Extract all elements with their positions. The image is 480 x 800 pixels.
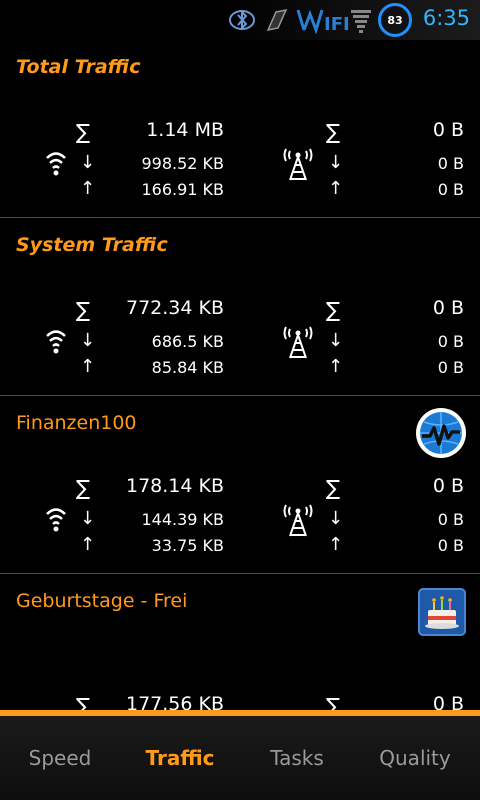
wifi-icon [46, 330, 66, 354]
traffic-list[interactable]: Total Traffic ∑ 1.14 MB ↓ 998.52 KB ↑ 16… [0, 40, 480, 710]
section-app-finanzen100[interactable]: Finanzen100 ∑ 178.14 KB ↓ 144.39 KB ↑ 33… [0, 396, 480, 574]
mobile-up: 0 B [437, 180, 464, 199]
wifi-up: 85.84 KB [151, 358, 224, 377]
mobile-total: 0 B [432, 693, 464, 710]
bluetooth-icon [229, 9, 255, 31]
section-title: Finanzen100 [16, 412, 137, 434]
cell-tower-icon [283, 326, 313, 359]
mobile-down: 0 B [437, 154, 464, 173]
mobile-total: 0 B [432, 297, 464, 319]
section-app-geburtstage[interactable]: Geburtstage - Frei ∑ 177.56 KB ∑ 0 B [0, 574, 480, 710]
cell-tower-icon [283, 504, 313, 537]
mobile-down: 0 B [437, 510, 464, 529]
wifi-icon [46, 152, 66, 176]
status-bar: IFI 83 6:35 [0, 0, 480, 40]
wifi-up: 33.75 KB [151, 536, 224, 555]
tab-quality[interactable]: Quality [355, 746, 475, 770]
cell-tower-icon [283, 148, 313, 181]
phone-icon [266, 8, 288, 32]
wifi-up: 166.91 KB [141, 180, 224, 199]
battery-icon: 83 [378, 3, 412, 37]
tab-bar: Speed Traffic Tasks Quality [0, 716, 480, 800]
mobile-down: 0 B [437, 332, 464, 351]
clock: 6:35 [422, 6, 470, 30]
mobile-total: 0 B [432, 475, 464, 497]
tab-tasks[interactable]: Tasks [237, 746, 357, 770]
section-title: System Traffic [16, 234, 168, 256]
mobile-up: 0 B [437, 536, 464, 555]
battery-level: 83 [387, 13, 403, 27]
wifi-down: 686.5 KB [151, 332, 224, 351]
mobile-up: 0 B [437, 358, 464, 377]
section-title: Total Traffic [16, 56, 141, 78]
birthday-cake-icon [418, 588, 466, 636]
wifi-total: 772.34 KB [125, 297, 224, 319]
signal-icon [351, 10, 371, 33]
wifi-total: 177.56 KB [125, 693, 224, 710]
svg-text:IFI: IFI [324, 14, 350, 34]
wifi-total: 1.14 MB [146, 119, 224, 141]
section-system-traffic[interactable]: System Traffic ∑ 772.34 KB ↓ 686.5 KB ↑ … [0, 218, 480, 396]
section-total-traffic[interactable]: Total Traffic ∑ 1.14 MB ↓ 998.52 KB ↑ 16… [0, 40, 480, 218]
tab-traffic[interactable]: Traffic [120, 746, 240, 770]
section-title: Geburtstage - Frei [16, 590, 188, 612]
wifi-icon [46, 508, 66, 532]
wifi-down: 144.39 KB [141, 510, 224, 529]
mobile-total: 0 B [432, 119, 464, 141]
wifi-down: 998.52 KB [141, 154, 224, 173]
globe-chart-icon [416, 408, 466, 458]
tab-speed[interactable]: Speed [0, 746, 120, 770]
wifi-total: 178.14 KB [125, 475, 224, 497]
